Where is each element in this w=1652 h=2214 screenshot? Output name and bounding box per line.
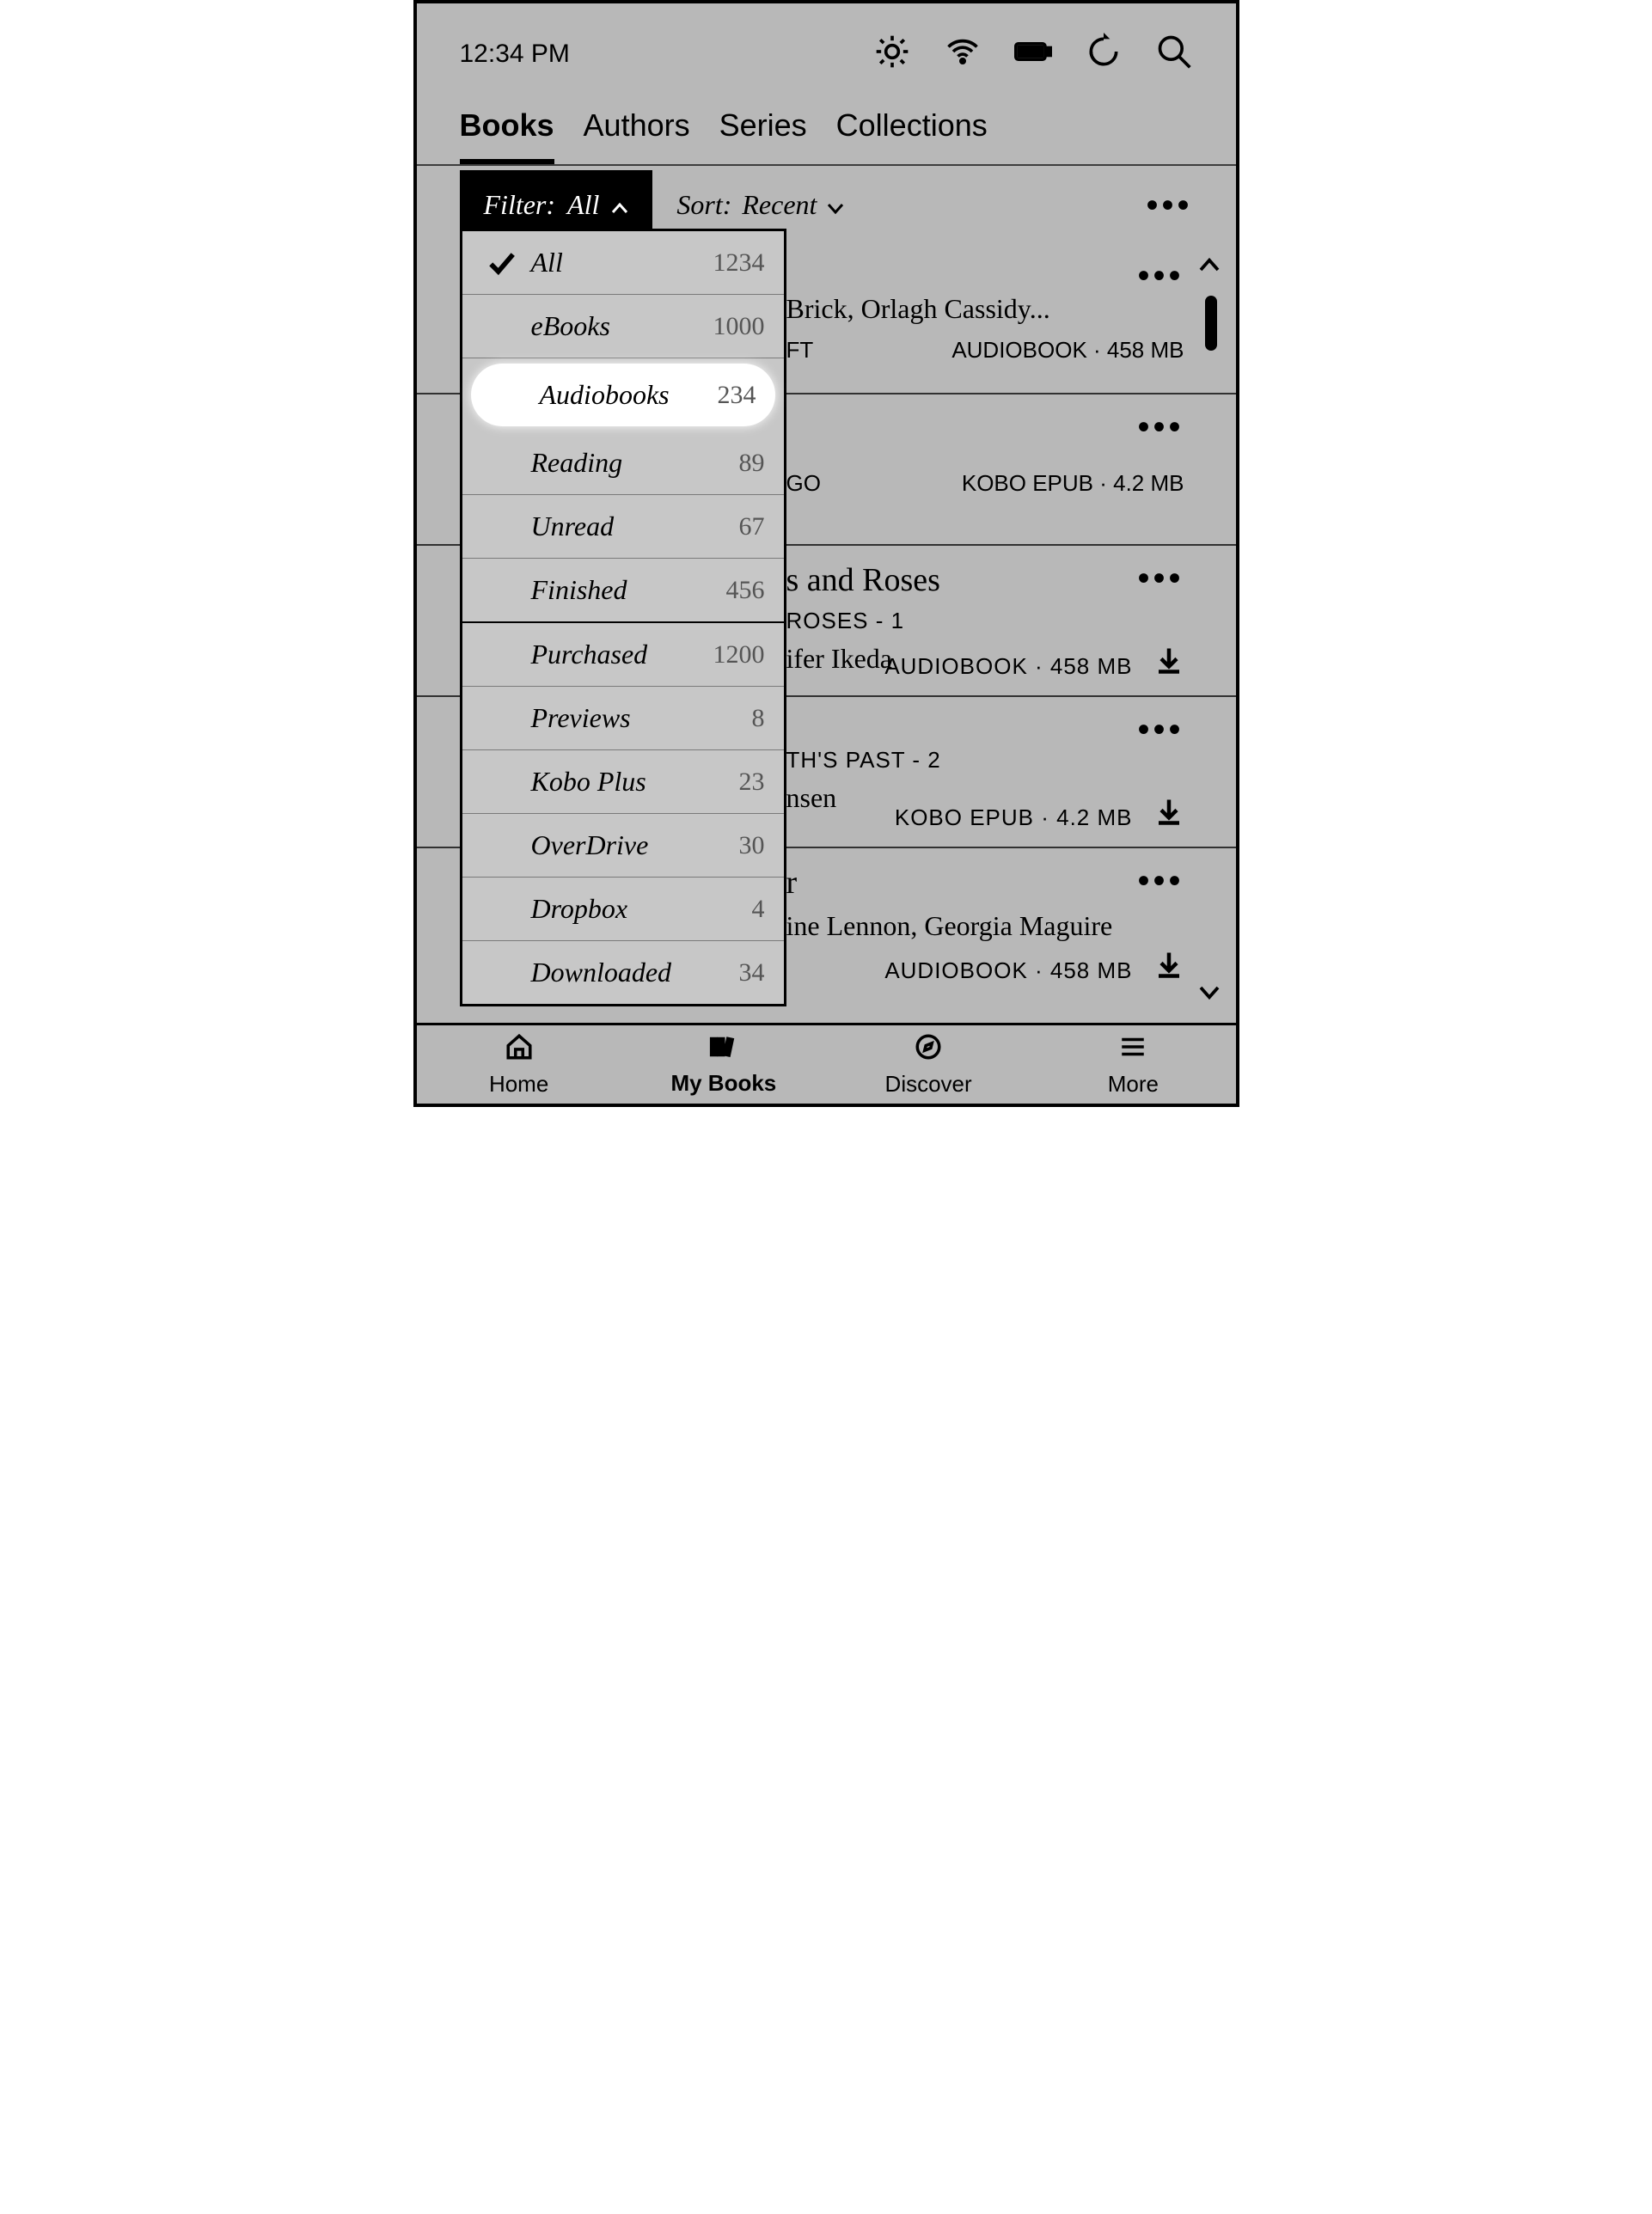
nav-label: Discover — [885, 1071, 972, 1098]
filter-option-count: 8 — [752, 704, 765, 733]
filter-option-label: eBooks — [531, 310, 713, 342]
book-meta: AUDIOBOOK · 458 MB — [951, 337, 1192, 364]
filter-option-audiobooks[interactable]: Audiobooks234 — [471, 364, 775, 426]
tab-series[interactable]: Series — [719, 107, 807, 164]
book-more-button[interactable]: ••• — [1137, 860, 1184, 901]
books-icon — [709, 1032, 738, 1067]
library-tabs: Books Authors Series Collections — [417, 92, 1236, 166]
filter-option-label: All — [531, 247, 713, 278]
filter-option-label: Reading — [531, 447, 739, 479]
filter-option-label: Dropbox — [531, 893, 752, 925]
tab-books[interactable]: Books — [460, 107, 554, 164]
filter-option-label: Kobo Plus — [531, 766, 739, 798]
filter-option-count: 67 — [739, 512, 765, 541]
sort-value: Recent — [742, 189, 817, 221]
filter-option-count: 23 — [739, 768, 765, 797]
book-line-fragment: GO — [786, 470, 821, 497]
filter-dropdown: All1234eBooks1000Audiobooks234Reading89U… — [460, 229, 786, 1006]
filter-option-label: Purchased — [531, 639, 713, 670]
wifi-icon[interactable] — [944, 33, 982, 75]
filter-option-overdrive[interactable]: OverDrive30 — [462, 814, 784, 878]
status-bar: 12:34 PM — [417, 3, 1236, 92]
filter-option-count: 1200 — [713, 640, 765, 670]
device-frame: 12:34 PM Books Authors Series Collection… — [413, 0, 1239, 1107]
book-line-fragment: FT — [786, 337, 814, 364]
download-icon[interactable] — [1153, 796, 1184, 831]
filter-option-dropbox[interactable]: Dropbox4 — [462, 878, 784, 941]
filter-option-unread[interactable]: Unread67 — [462, 495, 784, 559]
nav-label: Home — [489, 1071, 548, 1098]
book-meta: KOBO EPUB · 4.2 MB — [895, 804, 1133, 831]
filter-option-purchased[interactable]: Purchased1200 — [462, 623, 784, 687]
nav-home[interactable]: Home — [417, 1025, 621, 1104]
chevron-down-icon — [827, 189, 844, 221]
filter-option-count: 4 — [752, 895, 765, 924]
filter-option-label: OverDrive — [531, 829, 739, 861]
scrollbar-thumb[interactable] — [1205, 296, 1217, 351]
menu-icon — [1118, 1032, 1147, 1067]
sync-icon[interactable] — [1085, 33, 1123, 75]
filter-option-downloaded[interactable]: Downloaded34 — [462, 941, 784, 1004]
scroll-up-button[interactable] — [1196, 253, 1222, 283]
filter-option-count: 1000 — [713, 312, 765, 341]
status-time: 12:34 PM — [460, 40, 570, 69]
download-icon[interactable] — [1153, 949, 1184, 984]
filter-value: All — [567, 189, 599, 221]
check-icon — [481, 248, 523, 278]
book-meta: AUDIOBOOK · 458 MB — [884, 957, 1132, 984]
filter-option-label: Previews — [531, 702, 752, 734]
book-more-button[interactable]: ••• — [1137, 558, 1184, 598]
filter-option-count: 89 — [739, 449, 765, 478]
tab-collections[interactable]: Collections — [836, 107, 988, 164]
book-meta: AUDIOBOOK · 458 MB — [884, 653, 1132, 680]
filter-option-label: Finished — [531, 574, 726, 606]
nav-label: My Books — [670, 1070, 776, 1097]
nav-my-books[interactable]: My Books — [621, 1025, 826, 1104]
status-icons — [873, 33, 1193, 75]
nav-more[interactable]: More — [1031, 1025, 1235, 1104]
book-meta: KOBO EPUB · 4.2 MB — [962, 470, 1193, 497]
nav-discover[interactable]: Discover — [826, 1025, 1031, 1104]
scroll-down-button[interactable] — [1196, 979, 1222, 1009]
filter-option-count: 234 — [718, 381, 756, 410]
book-more-button[interactable]: ••• — [1137, 255, 1184, 296]
filter-option-label: Downloaded — [531, 957, 739, 988]
filter-prefix: Filter: — [484, 189, 556, 221]
home-icon — [505, 1032, 534, 1067]
filter-option-finished[interactable]: Finished456 — [462, 559, 784, 623]
chevron-up-icon — [611, 189, 628, 221]
compass-icon — [914, 1032, 943, 1067]
brightness-icon[interactable] — [873, 33, 911, 75]
filter-option-count: 30 — [739, 831, 765, 860]
filter-option-previews[interactable]: Previews8 — [462, 687, 784, 750]
sort-button[interactable]: Sort: Recent — [676, 189, 844, 221]
filter-option-label: Audiobooks — [540, 379, 718, 411]
sort-prefix: Sort: — [676, 189, 731, 221]
filter-option-count: 1234 — [713, 248, 765, 278]
search-icon[interactable] — [1155, 33, 1193, 75]
filter-option-label: Unread — [531, 511, 739, 542]
filter-option-kobo-plus[interactable]: Kobo Plus23 — [462, 750, 784, 814]
nav-label: More — [1108, 1071, 1159, 1098]
download-icon[interactable] — [1153, 645, 1184, 680]
battery-icon[interactable] — [1014, 33, 1052, 75]
tab-authors[interactable]: Authors — [584, 107, 690, 164]
book-more-button[interactable]: ••• — [1137, 709, 1184, 749]
filter-option-all[interactable]: All1234 — [462, 231, 784, 295]
filter-option-reading[interactable]: Reading89 — [462, 431, 784, 495]
filter-option-count: 34 — [739, 958, 765, 988]
book-more-button[interactable]: ••• — [1137, 407, 1184, 447]
filter-option-count: 456 — [726, 576, 765, 605]
bottom-nav: Home My Books Discover More — [417, 1023, 1236, 1104]
filter-option-ebooks[interactable]: eBooks1000 — [462, 295, 784, 358]
view-options-button[interactable]: ••• — [1146, 185, 1192, 225]
